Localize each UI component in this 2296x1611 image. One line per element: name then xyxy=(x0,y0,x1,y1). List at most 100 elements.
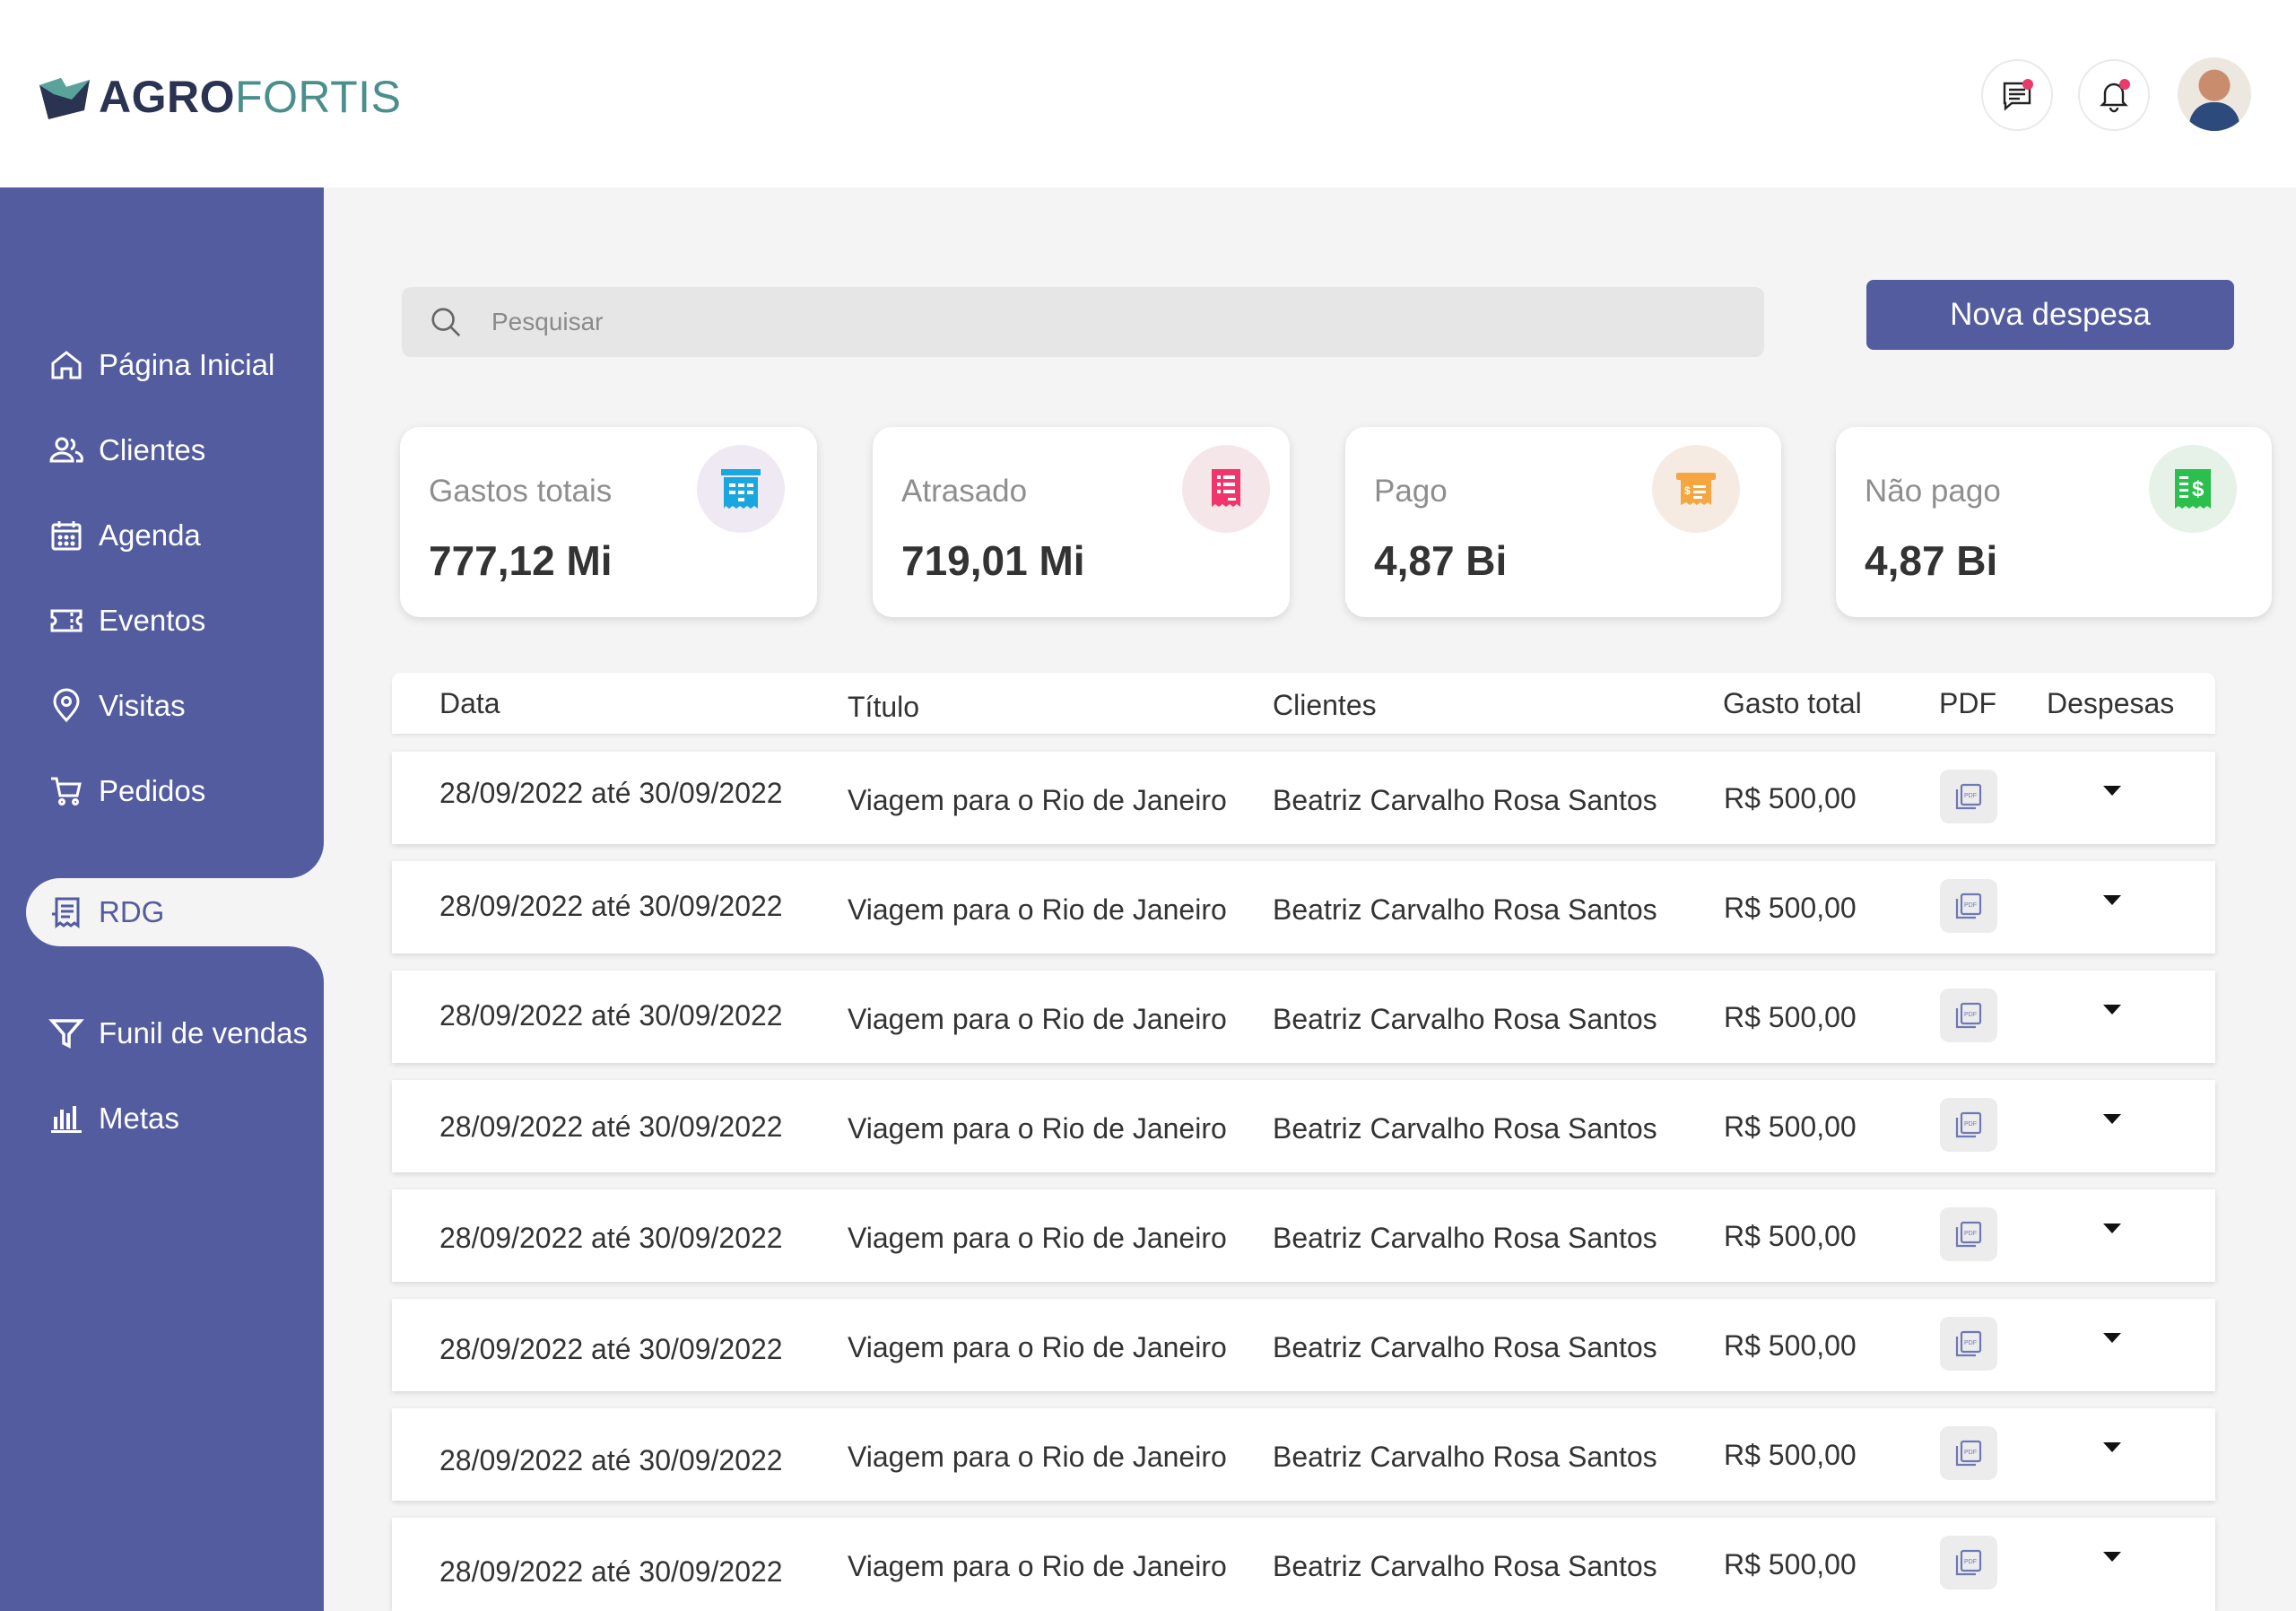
expand-expenses-button[interactable] xyxy=(2085,1537,2139,1591)
new-expense-button[interactable]: Nova despesa xyxy=(1866,280,2234,350)
pdf-download-button[interactable]: PDF xyxy=(1940,1536,1997,1589)
sidebar-item-pagina-inicial[interactable]: Página Inicial xyxy=(0,333,324,397)
table-row[interactable]: 28/09/2022 até 30/09/2022 Viagem para o … xyxy=(392,861,2215,954)
row-total: R$ 500,00 xyxy=(1724,1001,1857,1033)
table-row[interactable]: 28/09/2022 até 30/09/2022 Viagem para o … xyxy=(392,752,2215,844)
table-row[interactable]: 28/09/2022 até 30/09/2022 Viagem para o … xyxy=(392,1189,2215,1282)
caret-down-icon xyxy=(2103,1333,2121,1343)
pdf-download-button[interactable]: PDF xyxy=(1940,879,1997,933)
table-row[interactable]: 28/09/2022 até 30/09/2022 Viagem para o … xyxy=(392,1408,2215,1501)
column-header-date[interactable]: Data xyxy=(439,687,500,720)
search-bar xyxy=(402,287,1764,357)
row-title: Viagem para o Rio de Janeiro xyxy=(848,1222,1227,1254)
svg-text:PDF: PDF xyxy=(1964,902,1977,909)
row-client: Beatriz Carvalho Rosa Santos xyxy=(1273,1222,1657,1254)
messages-unread-dot xyxy=(2022,79,2033,90)
table-row[interactable]: 28/09/2022 até 30/09/2022 Viagem para o … xyxy=(392,1518,2215,1611)
sidebar-item-visitas[interactable]: Visitas xyxy=(0,674,324,738)
table-row[interactable]: 28/09/2022 até 30/09/2022 Viagem para o … xyxy=(392,1080,2215,1172)
pdf-download-button[interactable]: PDF xyxy=(1940,1426,1997,1480)
svg-text:PDF: PDF xyxy=(1964,1231,1977,1237)
expand-expenses-button[interactable] xyxy=(2085,881,2139,935)
pdf-download-button[interactable]: PDF xyxy=(1940,770,1997,823)
sidebar-item-pedidos[interactable]: Pedidos xyxy=(0,759,324,823)
pdf-icon: PDF xyxy=(1955,1330,1982,1357)
row-date: 28/09/2022 até 30/09/2022 xyxy=(439,777,783,809)
cart-icon xyxy=(51,777,82,806)
invoice-icon xyxy=(1212,469,1240,507)
sidebar-item-eventos[interactable]: Eventos xyxy=(0,588,324,653)
pdf-icon: PDF xyxy=(1955,1111,1982,1138)
caret-down-icon xyxy=(2103,1223,2121,1233)
bill-icon: $ xyxy=(1676,473,1716,505)
pdf-download-button[interactable]: PDF xyxy=(1940,1098,1997,1152)
row-date: 28/09/2022 até 30/09/2022 xyxy=(439,1333,783,1365)
messages-button[interactable] xyxy=(1981,59,2053,131)
user-avatar[interactable] xyxy=(2178,57,2251,131)
sidebar-item-rdg[interactable]: RDG xyxy=(26,878,324,946)
sidebar-item-label: Página Inicial xyxy=(99,348,275,381)
sidebar-item-metas[interactable]: Metas xyxy=(0,1086,324,1151)
sidebar-item-funil-de-vendas[interactable]: Funil de vendas xyxy=(0,1001,324,1066)
column-header-title[interactable]: Título xyxy=(848,691,919,724)
stat-label: Pago xyxy=(1374,474,1448,509)
sidebar-item-label: Agenda xyxy=(99,518,201,552)
expand-expenses-button[interactable] xyxy=(2085,1319,2139,1372)
expand-expenses-button[interactable] xyxy=(2085,1100,2139,1154)
column-header-pdf: PDF xyxy=(1939,687,1996,719)
stat-label: Não pago xyxy=(1865,474,2001,509)
calendar-icon xyxy=(51,521,82,551)
row-total: R$ 500,00 xyxy=(1724,1110,1857,1143)
sidebar-item-agenda[interactable]: Agenda xyxy=(0,503,324,568)
brand-name-light: FORTIS xyxy=(235,72,402,122)
ticket-icon xyxy=(50,609,83,632)
brand-logo[interactable]: AGROFORTIS xyxy=(36,63,401,131)
svg-text:PDF: PDF xyxy=(1964,1012,1977,1018)
pdf-download-button[interactable]: PDF xyxy=(1940,1207,1997,1261)
pdf-icon: PDF xyxy=(1955,1549,1982,1576)
search-input[interactable] xyxy=(491,295,1729,349)
row-title: Viagem para o Rio de Janeiro xyxy=(848,784,1227,816)
notifications-unread-dot xyxy=(2119,79,2130,90)
stat-card-total-expenses: Gastos totais 777,12 Mi xyxy=(400,427,817,617)
expand-expenses-button[interactable] xyxy=(2085,1209,2139,1263)
pdf-icon: PDF xyxy=(1955,783,1982,810)
stat-value: 4,87 Bi xyxy=(1865,537,1998,584)
stat-value: 719,01 Mi xyxy=(901,537,1085,584)
row-date: 28/09/2022 até 30/09/2022 xyxy=(439,999,783,1032)
caret-down-icon xyxy=(2103,1442,2121,1452)
row-title: Viagem para o Rio de Janeiro xyxy=(848,1003,1227,1035)
table-row[interactable]: 28/09/2022 até 30/09/2022 Viagem para o … xyxy=(392,1299,2215,1391)
table-row[interactable]: 28/09/2022 até 30/09/2022 Viagem para o … xyxy=(392,971,2215,1063)
pdf-icon: PDF xyxy=(1955,1221,1982,1248)
row-client: Beatriz Carvalho Rosa Santos xyxy=(1273,1550,1657,1582)
row-title: Viagem para o Rio de Janeiro xyxy=(848,1112,1227,1145)
pdf-icon: PDF xyxy=(1955,1440,1982,1467)
row-date: 28/09/2022 até 30/09/2022 xyxy=(439,1110,783,1143)
stat-value: 777,12 Mi xyxy=(429,537,613,584)
money-receipt-icon: $ xyxy=(2175,469,2211,509)
column-header-clients[interactable]: Clientes xyxy=(1273,689,1377,722)
expand-expenses-button[interactable] xyxy=(2085,1428,2139,1482)
row-total: R$ 500,00 xyxy=(1724,782,1857,814)
brand-name-bold: AGRO xyxy=(99,72,235,122)
logo-mark-icon xyxy=(39,78,90,119)
svg-text:$: $ xyxy=(2192,477,2205,501)
expand-expenses-button[interactable] xyxy=(2085,990,2139,1044)
sidebar-item-label: Metas xyxy=(99,1102,179,1135)
svg-text:PDF: PDF xyxy=(1964,1340,1977,1346)
pdf-download-button[interactable]: PDF xyxy=(1940,1317,1997,1371)
location-pin-icon xyxy=(53,688,80,723)
search-icon xyxy=(431,308,461,337)
row-client: Beatriz Carvalho Rosa Santos xyxy=(1273,1331,1657,1363)
notifications-button[interactable] xyxy=(2078,59,2150,131)
pdf-download-button[interactable]: PDF xyxy=(1940,988,1997,1042)
row-date: 28/09/2022 até 30/09/2022 xyxy=(439,1222,783,1254)
active-curve-top xyxy=(288,842,324,878)
row-client: Beatriz Carvalho Rosa Santos xyxy=(1273,1112,1657,1145)
row-client: Beatriz Carvalho Rosa Santos xyxy=(1273,784,1657,816)
row-title: Viagem para o Rio de Janeiro xyxy=(848,893,1227,926)
column-header-total[interactable]: Gasto total xyxy=(1723,687,1862,720)
expand-expenses-button[interactable] xyxy=(2085,771,2139,825)
sidebar-item-clientes[interactable]: Clientes xyxy=(0,418,324,483)
